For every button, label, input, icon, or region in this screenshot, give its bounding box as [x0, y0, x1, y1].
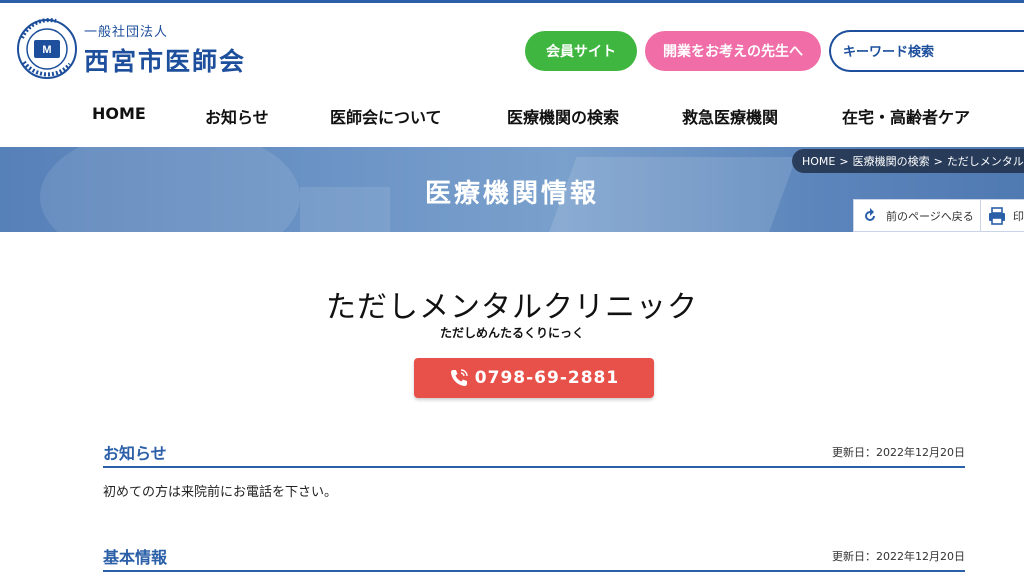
keyword-search-input[interactable]	[829, 30, 1024, 72]
breadcrumb: HOME > 医療機関の検索 > ただしメンタルクリ	[792, 149, 1024, 173]
global-nav: HOME お知らせ 医師会について 医療機関の検索 救急医療機関 在宅・高齢者ケ…	[0, 96, 1024, 132]
nav-item-search-facilities[interactable]: 医療機関の検索	[507, 104, 619, 128]
clinic-name-kana: ただしめんたるくりにっく	[439, 326, 584, 340]
phone-number: 0798-69-2881	[474, 368, 620, 388]
logo-title: 西宮市医師会	[84, 46, 247, 76]
nav-item-home-care[interactable]: 在宅・高齢者ケア	[842, 104, 970, 128]
news-section-body: 初めての方は来院前にお電話を下さい。	[103, 485, 338, 500]
back-button[interactable]: 前のページへ戻る	[853, 199, 981, 232]
breadcrumb-home[interactable]: HOME	[802, 155, 835, 168]
phone-icon	[450, 369, 468, 386]
nav-item-emergency[interactable]: 救急医療機関	[682, 104, 778, 128]
nav-item-home[interactable]: HOME	[92, 104, 146, 123]
news-section-header: お知らせ 更新日：2022年12月20日	[103, 440, 965, 468]
section-title: お知らせ	[103, 444, 167, 463]
breadcrumb-search[interactable]: 医療機関の検索	[853, 153, 930, 169]
opening-doctors-button[interactable]: 開業をお考えの先生へ	[645, 31, 821, 71]
nav-item-about[interactable]: 医師会について	[330, 104, 442, 128]
page-tools: 前のページへ戻る 印	[853, 199, 1024, 232]
phone-call-button[interactable]: 0798-69-2881	[414, 358, 654, 398]
section-updated-date: 更新日：2022年12月20日	[832, 446, 965, 459]
print-button[interactable]: 印	[981, 199, 1024, 232]
breadcrumb-separator: >	[933, 154, 943, 168]
clinic-name: ただしメンタルクリニック	[326, 290, 698, 325]
back-button-label: 前のページへ戻る	[886, 209, 974, 223]
breadcrumb-current: ただしメンタルクリ	[946, 155, 1024, 168]
member-site-button[interactable]: 会員サイト	[525, 31, 637, 71]
logo-subtitle: 一般社団法人	[84, 24, 169, 40]
svg-text:M: M	[42, 44, 51, 56]
printer-icon	[989, 206, 1005, 225]
section-title: 基本情報	[103, 548, 168, 567]
print-button-label: 印	[1013, 209, 1024, 223]
top-accent-line	[0, 0, 1024, 3]
association-emblem-icon: M	[17, 18, 77, 79]
basic-info-section-header: 基本情報 更新日：2022年12月20日	[103, 544, 965, 572]
site-logo[interactable]: M 一般社団法人 西宮市医師会	[16, 18, 246, 80]
back-arrow-icon	[865, 207, 875, 221]
nav-item-news[interactable]: お知らせ	[205, 104, 269, 128]
breadcrumb-separator: >	[839, 154, 849, 168]
section-updated-date: 更新日：2022年12月20日	[832, 550, 965, 563]
